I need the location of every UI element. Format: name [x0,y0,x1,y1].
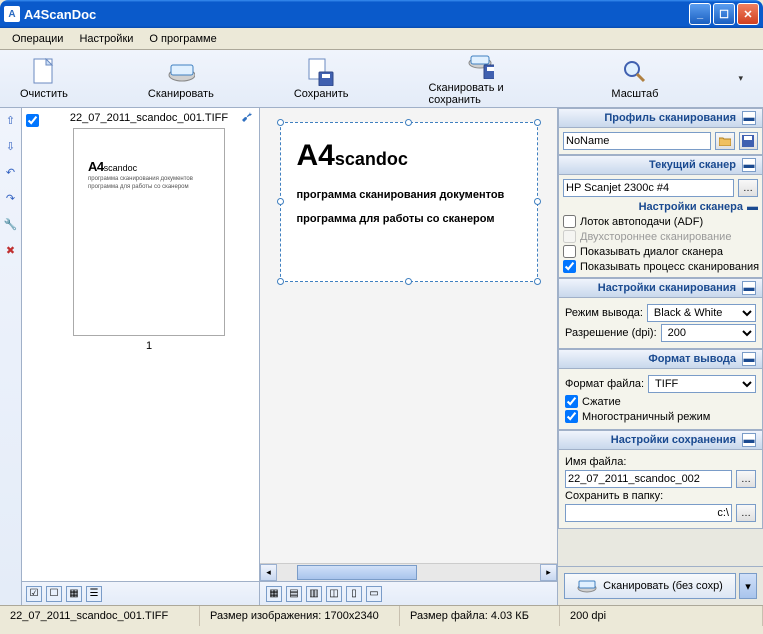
profile-header[interactable]: Профиль сканирования ▬ [558,108,763,128]
close-button[interactable]: ✕ [737,3,759,25]
delete-button[interactable]: ✖ [3,242,19,258]
menu-operations[interactable]: Операции [6,31,69,47]
show-process-checkbox[interactable] [563,260,576,273]
zoom-button[interactable]: Масштаб [611,58,658,100]
statusbar: 22_07_2011_scandoc_001.TIFF Размер изобр… [0,605,763,626]
preview-tool-2[interactable]: ▤ [286,586,302,602]
preview-tool-6[interactable]: ▭ [366,586,382,602]
menubar: Операции Настройки О программе [0,28,763,50]
page-number: 1 [43,340,255,352]
scan-save-button[interactable]: Сканировать и сохранить [429,52,532,106]
scroll-thumb[interactable] [297,565,417,580]
thumbnail-item[interactable]: 22_07_2011_scandoc_001.TIFF A4scandoc пр… [26,112,255,352]
preview-tool-1[interactable]: ▦ [266,586,282,602]
collapse-icon[interactable]: ▬ [742,433,756,447]
move-down-button[interactable]: ⇩ [3,138,19,154]
scan-button[interactable]: Сканировать [148,58,214,100]
scanner-icon [167,58,195,86]
collapse-icon[interactable]: ▬ [747,201,758,213]
duplex-checkbox [563,230,576,243]
preview-tool-5[interactable]: ▯ [346,586,362,602]
scroll-right-button[interactable]: ▸ [540,564,557,581]
floppy-icon [742,135,754,147]
select-all-button[interactable]: ☑ [26,586,42,602]
scan-nosave-button[interactable]: Сканировать (без сохр) [564,573,736,599]
profile-name-input[interactable] [563,132,711,150]
status-dpi: 200 dpi [560,606,763,626]
save-icon [307,58,335,86]
collapse-icon[interactable]: ▬ [742,111,756,125]
rotate-left-button[interactable]: ↶ [3,164,19,180]
scanner-browse-button[interactable]: … [738,179,758,197]
preview-panel: A4scandoc программа сканирования докумен… [260,108,557,605]
page-icon [30,58,58,86]
wrench-icon[interactable] [241,110,255,124]
preview-tool-4[interactable]: ◫ [326,586,342,602]
folder-browse-button[interactable]: … [736,504,756,522]
menu-settings[interactable]: Настройки [73,31,139,47]
scan-dropdown-button[interactable]: ▾ [739,573,757,599]
status-image-size: Размер изображения: 1700x2340 [200,606,400,626]
scan-save-icon [466,52,494,80]
menu-about[interactable]: О программе [143,31,222,47]
collapse-icon[interactable]: ▬ [742,281,756,295]
deselect-all-button[interactable]: ☐ [46,586,62,602]
magnifier-icon [621,58,649,86]
preview-bottom-toolbar: ▦ ▤ ▥ ◫ ▯ ▭ [260,581,557,605]
save-button[interactable]: Сохранить [294,58,349,100]
clear-button[interactable]: Очистить [20,58,68,100]
scan-settings-header[interactable]: Настройки сканирования ▬ [558,278,763,298]
open-profile-button[interactable] [715,132,735,150]
toolbar-overflow[interactable]: ▾ [738,73,743,84]
window-title: A4ScanDoc [24,7,689,22]
format-header[interactable]: Формат вывода ▬ [558,349,763,369]
titlebar: A A4ScanDoc _ ☐ ✕ [0,0,763,28]
selection-frame[interactable]: A4scandoc программа сканирования докумен… [280,122,538,282]
thumbnail-preview[interactable]: A4scandoc программа сканирования докумен… [73,128,225,336]
maximize-button[interactable]: ☐ [713,3,735,25]
view-grid-button[interactable]: ▦ [66,586,82,602]
scroll-left-button[interactable]: ◂ [260,564,277,581]
filename-browse-button[interactable]: … [736,470,756,488]
vertical-toolbar: ⇧ ⇩ ↶ ↷ 🔧 ✖ [0,108,22,605]
thumbnail-bottom-toolbar: ☑ ☐ ▦ ☰ [22,581,259,605]
save-profile-button[interactable] [739,132,759,150]
thumbnail-checkbox[interactable] [26,114,39,127]
adf-checkbox[interactable] [563,215,576,228]
move-up-button[interactable]: ⇧ [3,112,19,128]
show-dialog-checkbox[interactable] [563,245,576,258]
output-mode-select[interactable]: Black & White [647,304,756,322]
filename-input[interactable] [565,470,732,488]
scanner-icon [577,579,597,593]
scanner-settings-subheader: Настройки сканера [639,201,743,213]
scanner-name-input[interactable] [563,179,734,197]
file-format-select[interactable]: TIFF [648,375,756,393]
horizontal-scrollbar[interactable]: ◂ ▸ [260,563,557,581]
view-list-button[interactable]: ☰ [86,586,102,602]
minimize-button[interactable]: _ [689,3,711,25]
app-icon: A [4,6,20,22]
collapse-icon[interactable]: ▬ [742,158,756,172]
collapse-icon[interactable]: ▬ [742,352,756,366]
preview-canvas[interactable]: A4scandoc программа сканирования докумен… [260,108,557,563]
settings-icon-button[interactable]: 🔧 [3,216,19,232]
preview-tool-3[interactable]: ▥ [306,586,322,602]
settings-panel: Профиль сканирования ▬ Текущий сканер ▬ … [557,108,763,605]
folder-input[interactable] [565,504,732,522]
dpi-select[interactable]: 200 [661,324,756,342]
thumbnail-filename: 22_07_2011_scandoc_001.TIFF [43,112,255,124]
folder-icon [719,136,731,146]
compression-checkbox[interactable] [565,395,578,408]
rotate-right-button[interactable]: ↷ [3,190,19,206]
save-settings-header[interactable]: Настройки сохранения ▬ [558,430,763,450]
status-filename: 22_07_2011_scandoc_001.TIFF [0,606,200,626]
scanner-header[interactable]: Текущий сканер ▬ [558,155,763,175]
status-file-size: Размер файла: 4.03 КБ [400,606,560,626]
multipage-checkbox[interactable] [565,410,578,423]
thumbnail-panel: 22_07_2011_scandoc_001.TIFF A4scandoc пр… [22,108,260,605]
main-toolbar: Очистить Сканировать Сохранить Сканирова… [0,50,763,108]
